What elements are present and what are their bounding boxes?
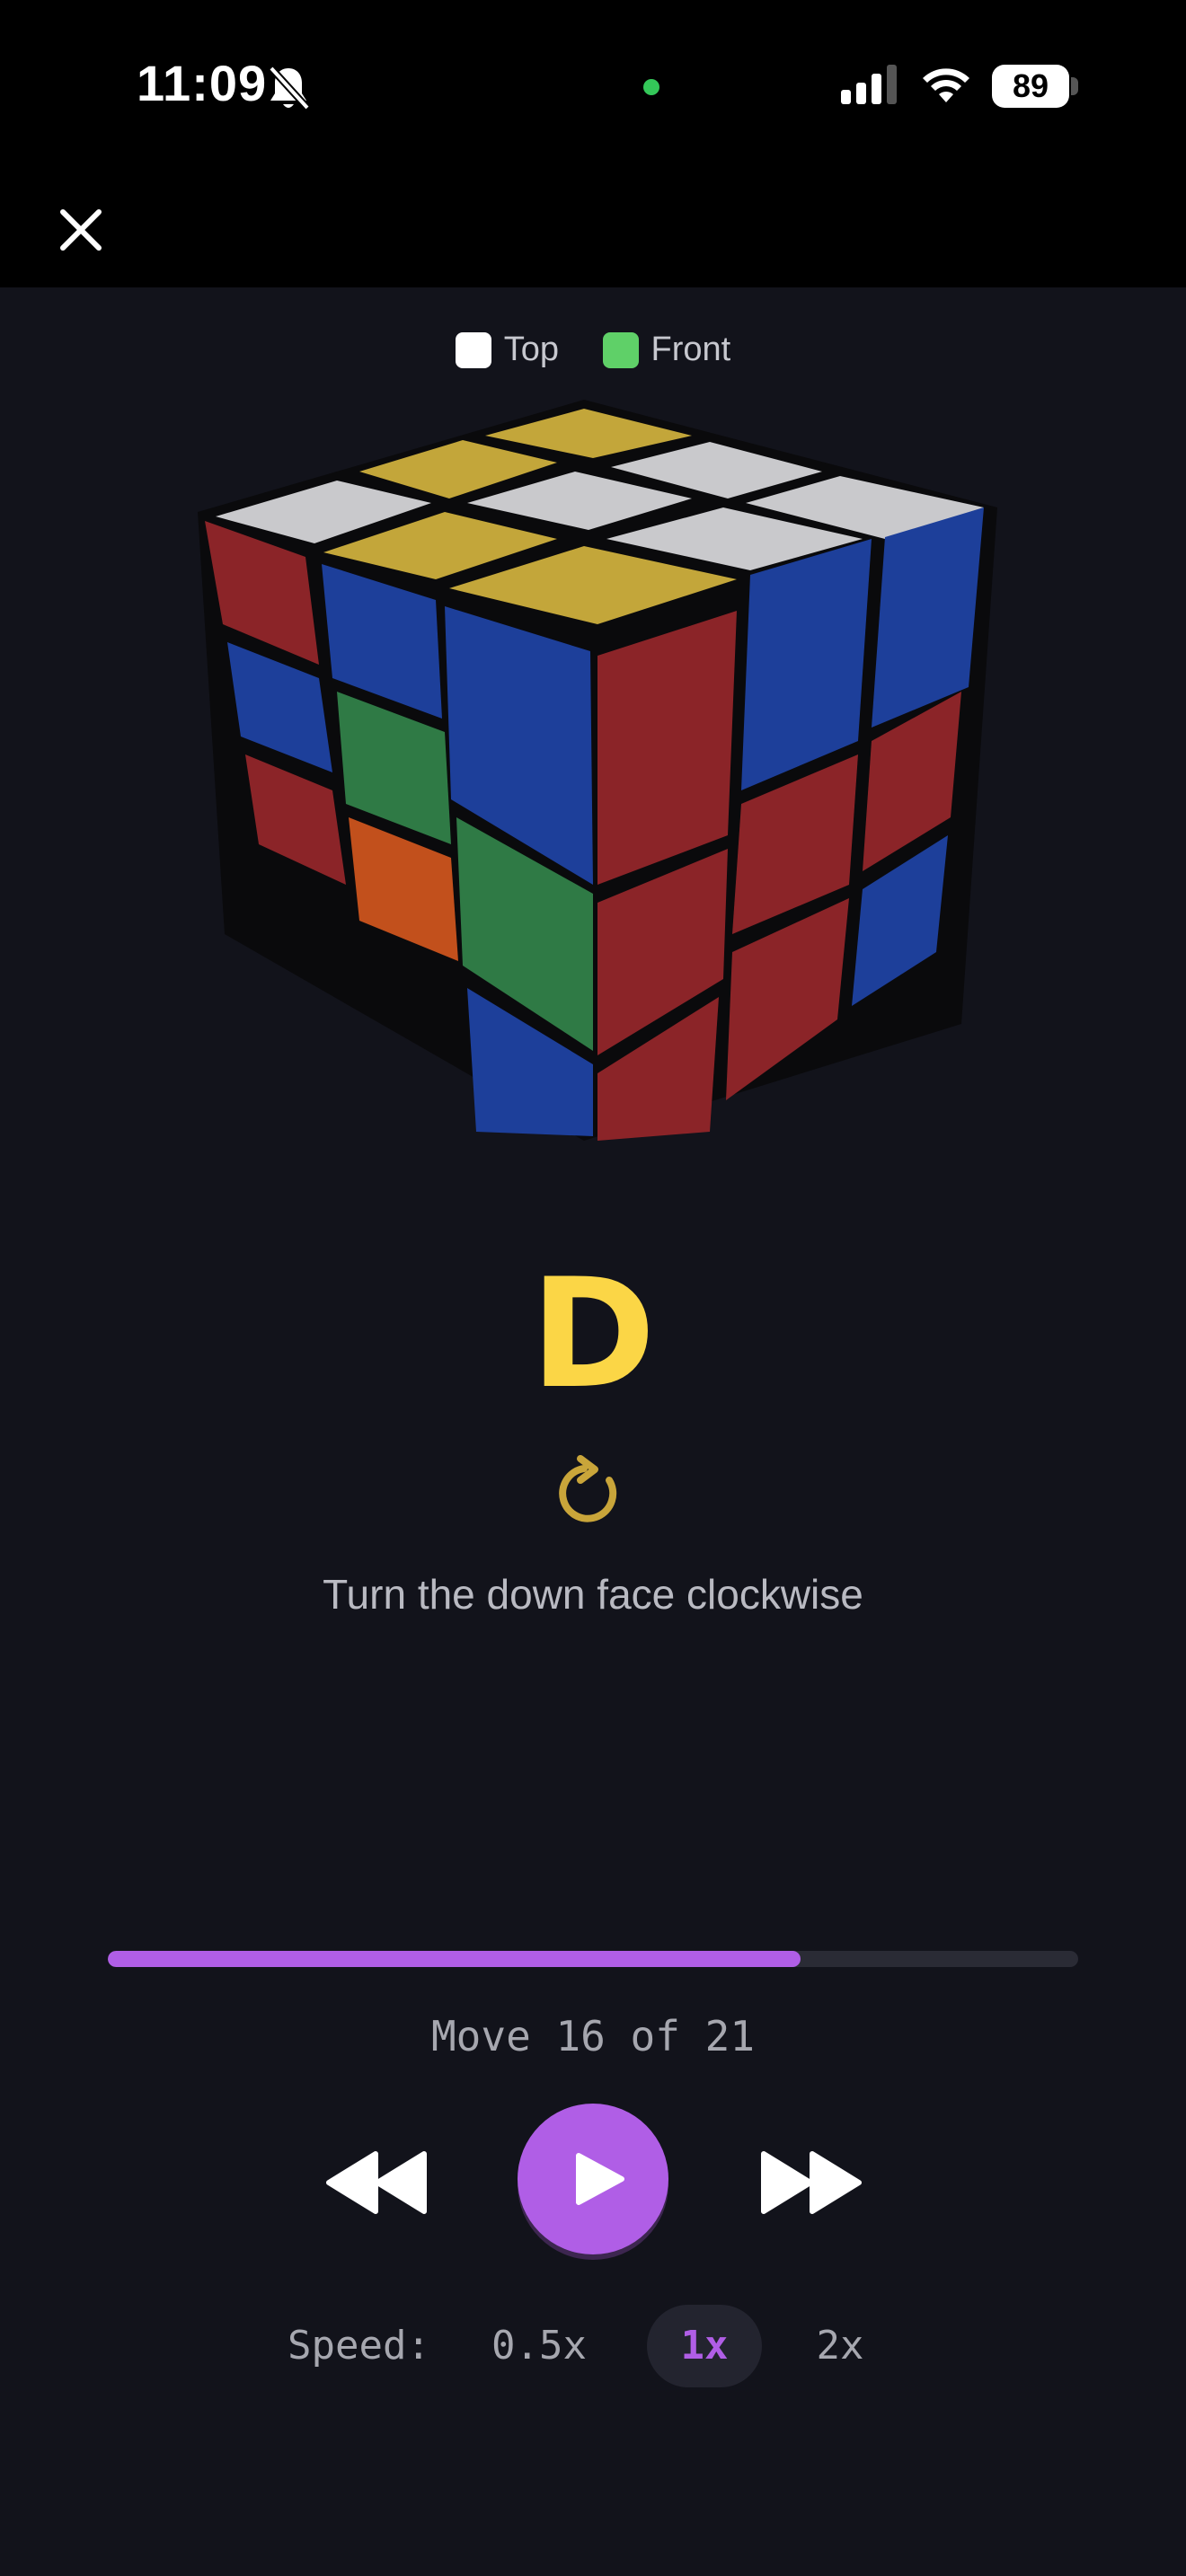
speed-option-1x[interactable]: 1x bbox=[647, 2305, 762, 2387]
legend-swatch-top bbox=[455, 331, 491, 368]
status-time: 11:09 bbox=[137, 55, 268, 111]
close-icon[interactable] bbox=[56, 205, 106, 255]
legend-label-top: Top bbox=[503, 331, 560, 368]
speed-label: Speed: bbox=[288, 2323, 430, 2369]
play-button[interactable] bbox=[518, 2104, 668, 2254]
progress-fill bbox=[108, 1951, 801, 1967]
fast-forward-icon bbox=[761, 2151, 862, 2214]
fast-forward-button[interactable] bbox=[758, 2147, 864, 2219]
status-bar: 11:09 89 bbox=[0, 0, 1186, 287]
rubiks-cube-3d[interactable] bbox=[189, 395, 997, 1141]
legend-swatch-front bbox=[602, 331, 639, 368]
speed-selector: Speed: 0.5x 1x 2x bbox=[0, 2305, 1186, 2387]
legend-item-front: Front bbox=[602, 331, 731, 369]
move-notation: D bbox=[530, 1246, 656, 1422]
battery-icon: 89 bbox=[992, 65, 1069, 108]
legend-label-front: Front bbox=[651, 331, 731, 368]
wifi-icon bbox=[923, 68, 969, 102]
speed-option-2x[interactable]: 2x bbox=[791, 2305, 890, 2387]
rewind-button[interactable] bbox=[323, 2147, 429, 2219]
rewind-icon bbox=[326, 2151, 427, 2214]
rotate-clockwise-icon bbox=[559, 1455, 617, 1522]
move-counter: Move 16 of 21 bbox=[430, 2012, 756, 2060]
orientation-legend: Top Front bbox=[0, 331, 1186, 373]
progress-bar[interactable] bbox=[108, 1951, 1078, 1967]
legend-item-top: Top bbox=[455, 331, 560, 369]
privacy-indicator-dot bbox=[643, 79, 659, 95]
move-instruction: Turn the down face clockwise bbox=[323, 1571, 863, 1618]
signal-icon bbox=[841, 65, 897, 104]
play-icon bbox=[576, 2153, 624, 2205]
battery-tip bbox=[1071, 77, 1078, 95]
speed-option-0-5x[interactable]: 0.5x bbox=[476, 2305, 602, 2387]
bell-slash-icon bbox=[269, 66, 310, 110]
